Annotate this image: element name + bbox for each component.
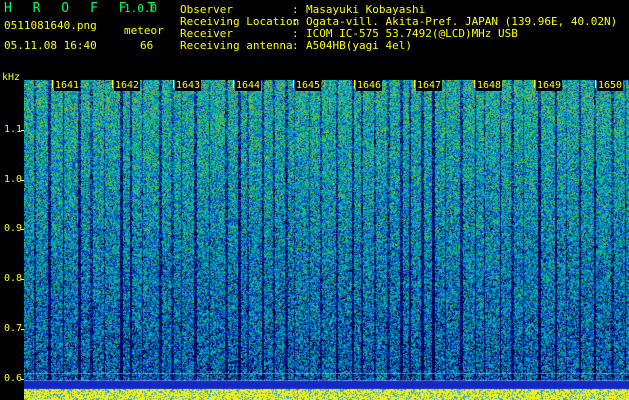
minute-tick	[595, 80, 596, 88]
minute-tick	[474, 80, 475, 88]
minute-label: 1643	[175, 80, 202, 91]
y-tick-label: 1.1	[3, 124, 22, 135]
minute-label: 1645	[295, 80, 322, 91]
minute-label: 1647	[416, 80, 443, 91]
minute-label: 1648	[476, 80, 503, 91]
timestamp: 05.11.08 16:40	[4, 39, 97, 52]
frequency-unit: kHz	[2, 72, 21, 83]
minute-tick	[52, 80, 53, 88]
meteor-label: meteor	[124, 24, 164, 37]
minute-tick	[293, 80, 294, 88]
file-name: 0511081640.png	[4, 19, 97, 32]
header-panel: H R O F F T 1.0.0 0511081640.png meteor …	[0, 0, 629, 72]
minute-tick	[354, 80, 355, 88]
minute-label: 1642	[114, 80, 141, 91]
minute-label: 1646	[356, 80, 383, 91]
minute-tick	[414, 80, 415, 88]
meteor-count: 66	[140, 39, 154, 52]
app-version: 1.0.0	[124, 2, 158, 15]
y-tick-label: 1.0	[3, 174, 22, 185]
antenna-label: Receiving antenna	[180, 39, 293, 52]
spectrogram-plot	[24, 80, 629, 400]
minute-tick	[233, 80, 234, 88]
minute-label: 1641	[54, 80, 81, 91]
frequency-axis: kHz 1.1 1.0 0.9 0.8 0.7 0.6	[0, 72, 24, 400]
antenna-sep: :	[292, 39, 299, 52]
y-tick-label: 0.6	[3, 373, 22, 384]
y-tick-label: 0.8	[3, 273, 22, 284]
minute-label: 1649	[536, 80, 563, 91]
spectrogram-canvas	[24, 80, 629, 400]
antenna-value: A504HB(yagi 4el)	[306, 39, 412, 52]
minute-label: 1644	[235, 80, 262, 91]
minute-tick	[112, 80, 113, 88]
y-tick-label: 0.7	[3, 323, 22, 334]
y-tick-label: 0.9	[3, 223, 22, 234]
minute-tick	[173, 80, 174, 88]
minute-label: 1650	[597, 80, 624, 91]
minute-tick	[534, 80, 535, 88]
